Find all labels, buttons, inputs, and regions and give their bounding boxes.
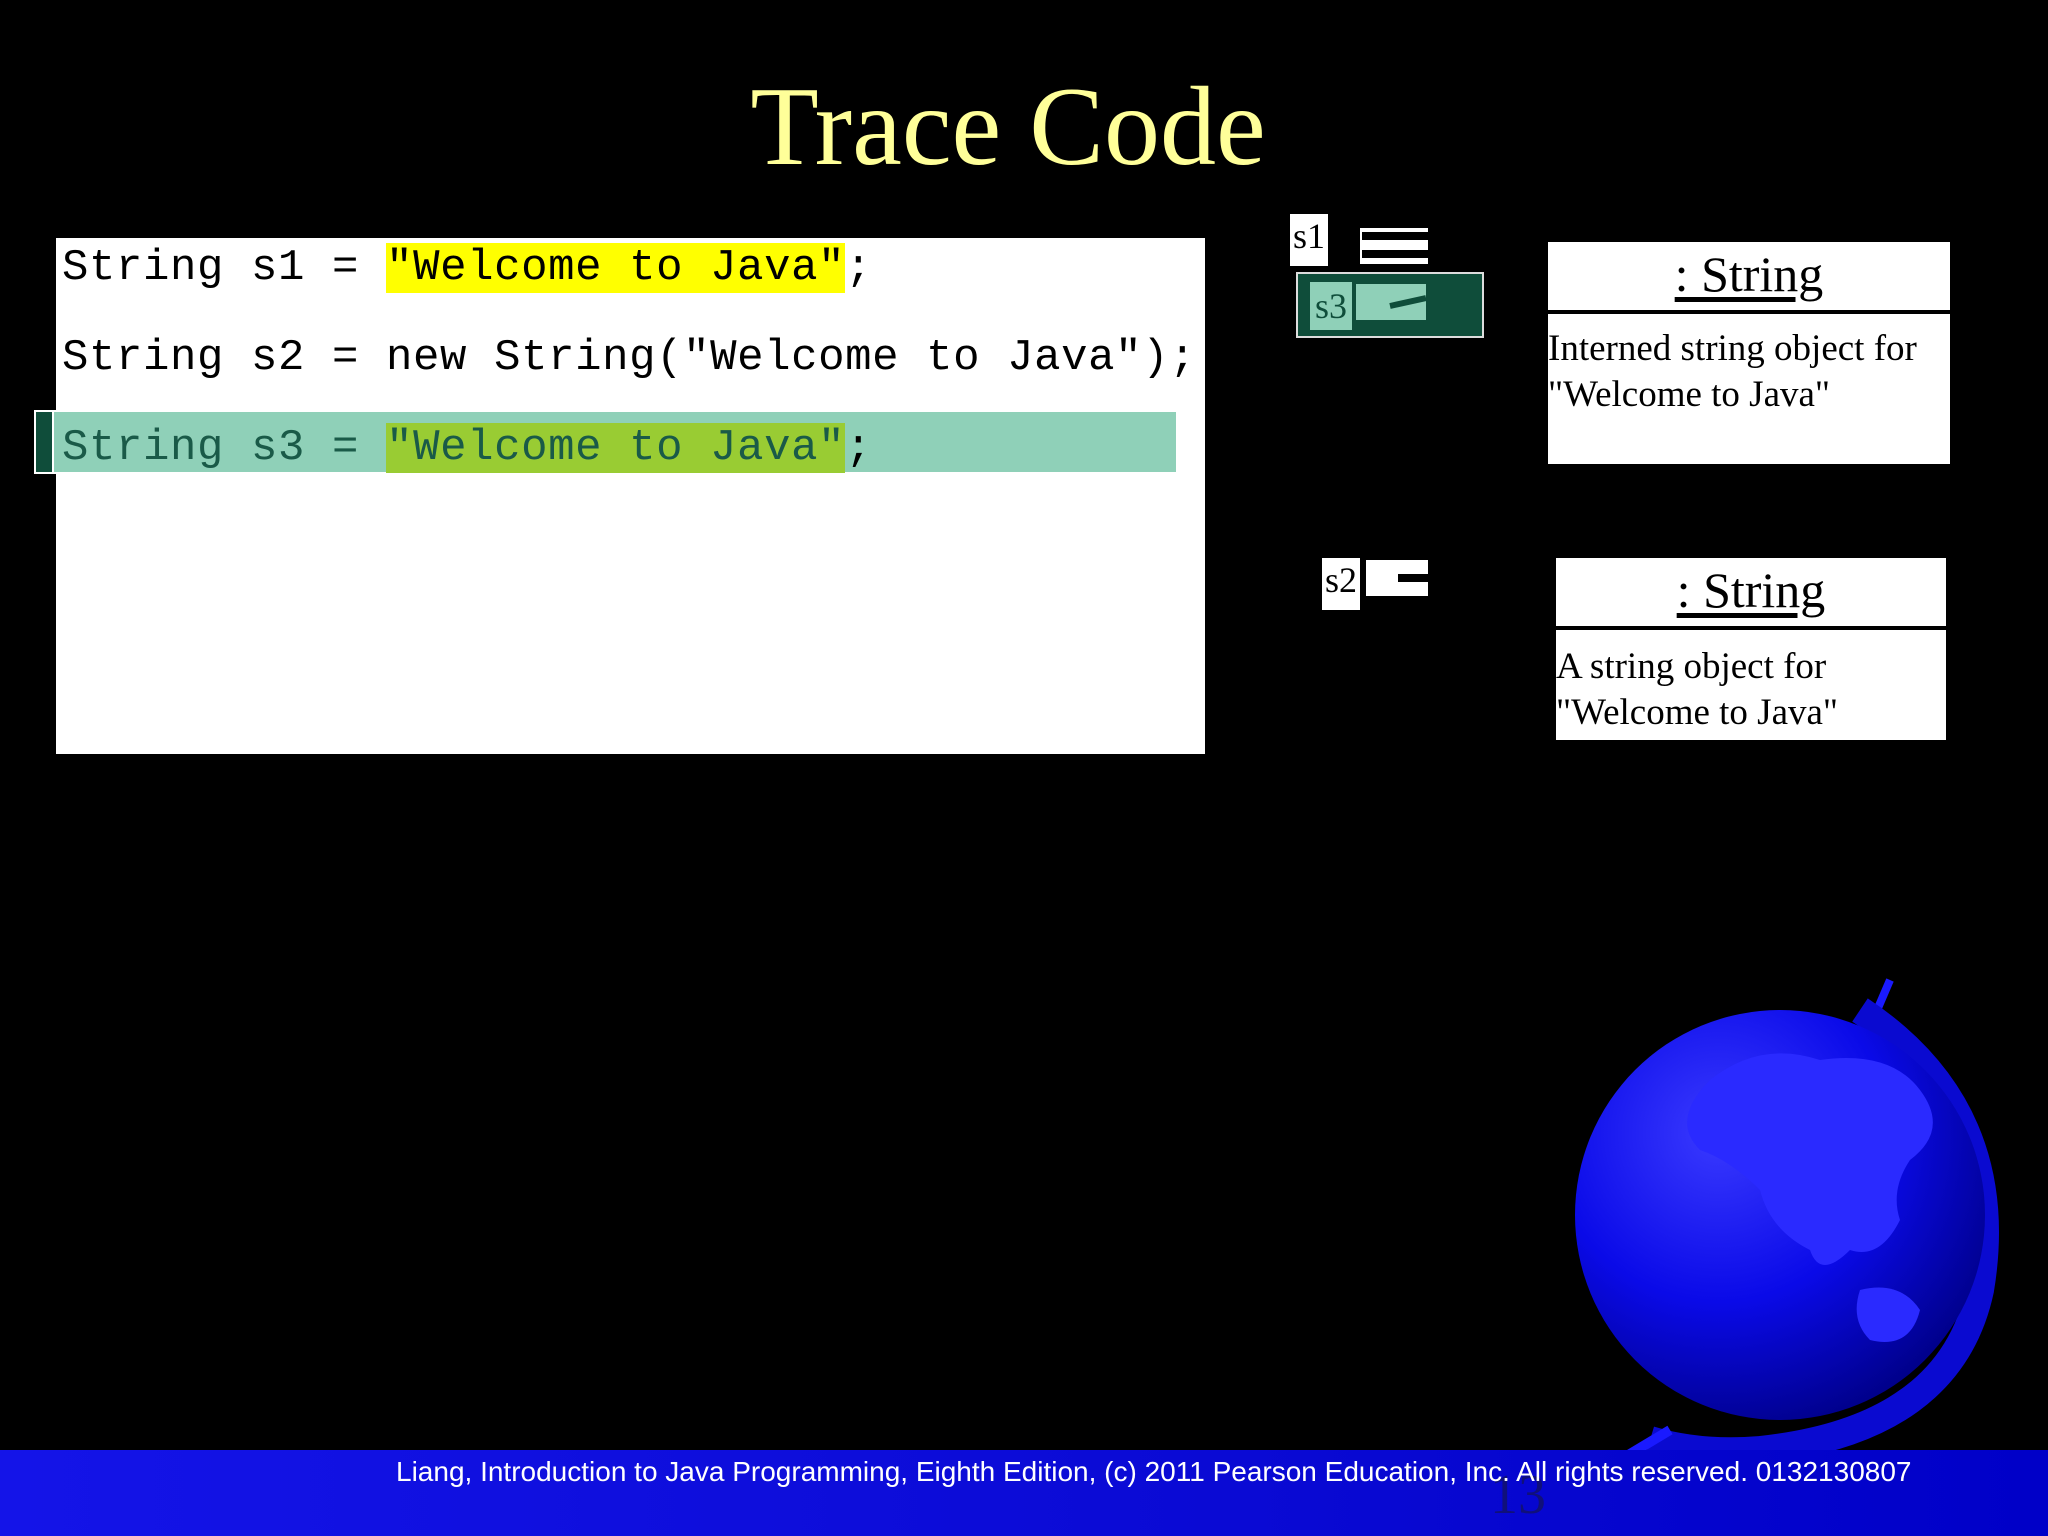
code-line-s1-suffix: ;	[845, 243, 873, 293]
variable-s3-block: s3	[1296, 272, 1484, 338]
code-line-s3-literal: "Welcome to Java"	[386, 423, 846, 473]
reference-arrow	[1389, 295, 1427, 309]
code-line-s2: String s2 = new String("Welcome to Java"…	[62, 333, 1197, 383]
reference-arrow	[1362, 250, 1428, 258]
string-object-new-description: A string object for "Welcome to Java"	[1556, 646, 1839, 733]
code-line-s3-prefix: String s3 =	[62, 423, 387, 473]
globe-axis-top	[1874, 978, 1894, 1010]
code-line-s3: String s3 = "Welcome to Java";	[62, 420, 872, 476]
reference-edge	[1362, 560, 1366, 596]
globe-icon	[1575, 978, 1999, 1460]
reference-arrow	[1362, 232, 1428, 240]
code-line-s1: String s1 = "Welcome to Java";	[62, 240, 872, 296]
string-object-interned-description: Interned string object for "Welcome to J…	[1548, 328, 1917, 415]
string-object-interned-header: : String	[1674, 246, 1824, 302]
slide: Trace Code String s1 = "Welcome to Java"…	[0, 0, 2048, 1536]
variable-s2-reference	[1362, 560, 1428, 596]
variable-s2-label: s2	[1322, 558, 1361, 610]
string-object-new: : String A string object for "Welcome to…	[1556, 558, 1946, 740]
reference-edge	[1356, 228, 1360, 264]
footer-copyright: Liang, Introduction to Java Programming,…	[396, 1456, 1912, 1487]
string-object-interned: : String Interned string object for "Wel…	[1548, 242, 1950, 464]
variable-s1-label: s1	[1290, 214, 1329, 266]
string-object-divider	[1548, 310, 1950, 314]
variable-s3-reference	[1356, 284, 1427, 320]
variable-s3-label: s3	[1310, 282, 1352, 330]
code-line-s1-prefix: String s1 =	[62, 243, 387, 293]
code-line-s1-literal: "Welcome to Java"	[386, 243, 846, 293]
slide-title: Trace Code	[750, 65, 1266, 189]
string-object-divider	[1556, 626, 1946, 630]
reference-arrow	[1398, 574, 1428, 582]
variable-s1-reference	[1356, 228, 1428, 264]
code-line-s3-suffix: ;	[845, 423, 873, 473]
string-object-new-header: : String	[1676, 562, 1826, 618]
code-panel	[56, 238, 1205, 754]
current-line-marker	[34, 410, 54, 474]
